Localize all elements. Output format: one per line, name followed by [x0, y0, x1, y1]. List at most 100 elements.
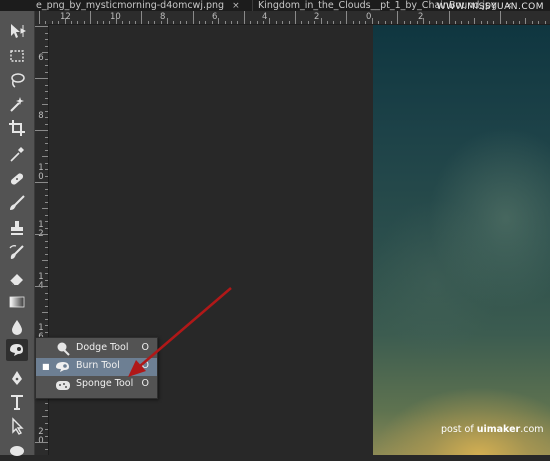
credit-prefix: post of	[441, 424, 477, 435]
flyout-item-shortcut: O	[141, 360, 149, 371]
document-image[interactable]	[373, 25, 550, 455]
ruler-label: 1 0	[38, 163, 44, 182]
magic-wand-tool[interactable]	[6, 93, 28, 115]
lasso-tool-icon	[11, 73, 25, 88]
ruler-tick	[42, 156, 48, 157]
ruler-tick	[45, 325, 48, 326]
burn-tool[interactable]	[6, 339, 28, 361]
ruler-tick	[352, 21, 354, 24]
ruler-tick	[115, 18, 117, 24]
ruler-tick	[45, 32, 48, 34]
ruler-tick	[384, 21, 386, 24]
sponge-icon	[56, 381, 70, 390]
ruler-tick	[301, 21, 303, 24]
ruler-tick	[45, 422, 48, 424]
eraser-tool[interactable]	[6, 267, 28, 289]
ruler-tick	[83, 21, 85, 24]
ruler-tick	[45, 175, 48, 177]
ruler-tick	[35, 78, 48, 79]
tab-divider	[252, 0, 253, 11]
ruler-tick	[71, 21, 72, 24]
ruler-tick	[45, 71, 48, 73]
gradient-tool[interactable]	[6, 291, 28, 313]
ruler-tick	[205, 21, 207, 24]
tab-label: e_png_by_mysticmorning-d4omcwj.png	[36, 0, 225, 11]
history-brush-tool[interactable]	[6, 242, 28, 264]
ruler-tick	[45, 45, 48, 47]
blur-tool[interactable]	[6, 316, 28, 338]
ruler-tick	[45, 143, 48, 144]
ruler-label: 6	[212, 12, 218, 22]
ruler-tick	[45, 136, 48, 138]
marquee-tool[interactable]	[6, 45, 28, 67]
tool-flyout-menu: Dodge Tool O ■ Burn Tool O Sponge Tool O	[35, 337, 158, 399]
ruler-tick	[416, 21, 418, 24]
ruler-tick	[45, 169, 48, 170]
ruler-tick	[45, 227, 48, 229]
ruler-tick	[525, 18, 527, 24]
ruler-tick	[103, 21, 104, 24]
ruler-tick	[544, 21, 546, 24]
crop-tool[interactable]	[6, 117, 28, 139]
document-tab-bar: e_png_by_mysticmorning-d4omcwj.png × King…	[0, 0, 550, 11]
ruler-label: 6	[38, 53, 44, 63]
clone-stamp-tool[interactable]	[6, 217, 28, 239]
ruler-tick	[45, 240, 48, 242]
ruler-tick	[45, 65, 48, 66]
ruler-tick	[218, 18, 220, 24]
ruler-tick	[35, 286, 48, 287]
ruler-tick	[45, 247, 48, 248]
path-selection-tool[interactable]	[6, 415, 28, 437]
ruler-tick	[45, 117, 48, 118]
ruler-tick	[288, 21, 290, 24]
eyedropper-tool[interactable]	[6, 143, 28, 165]
flyout-item-label: Dodge Tool	[76, 342, 129, 353]
type-tool-icon	[11, 395, 23, 410]
pen-tool[interactable]	[6, 367, 28, 389]
ruler-tick	[167, 18, 168, 24]
ruler-tick	[179, 21, 181, 24]
lasso-tool[interactable]	[6, 69, 28, 91]
ruler-tick	[45, 39, 48, 40]
ruler-tick	[45, 435, 48, 437]
ruler-tick	[51, 21, 53, 24]
ruler-tick	[45, 110, 48, 112]
ruler-tick	[45, 97, 48, 99]
ruler-tick	[231, 21, 232, 24]
ruler-tick	[42, 260, 48, 261]
ruler-label: 1 4	[38, 272, 44, 291]
ruler-tick	[499, 11, 501, 24]
ruler-tick	[45, 253, 48, 255]
ruler-tick	[135, 21, 136, 24]
ellipse-tool[interactable]	[6, 439, 28, 461]
ruler-tick	[295, 11, 296, 24]
move-tool[interactable]	[6, 20, 28, 42]
credit-suffix: .com	[520, 424, 544, 435]
ellipse-tool-icon	[10, 446, 24, 456]
flyout-item-dodge-tool[interactable]: Dodge Tool O	[36, 340, 157, 358]
type-tool[interactable]	[6, 391, 28, 413]
flyout-item-sponge-tool[interactable]: Sponge Tool O	[36, 376, 157, 394]
ruler-tick	[224, 21, 226, 24]
clone-stamp-tool-icon	[11, 221, 23, 235]
ruler-tick	[147, 21, 149, 24]
move-tool-icon	[11, 24, 26, 38]
close-tab-icon[interactable]: ×	[232, 1, 240, 11]
healing-brush-tool[interactable]	[6, 168, 28, 190]
ruler-tick	[45, 409, 48, 411]
ruler-tick	[35, 182, 48, 183]
credit-brand: uimaker	[476, 424, 521, 435]
document-tab[interactable]: e_png_by_mysticmorning-d4omcwj.png ×	[36, 0, 240, 11]
healing-brush-tool-icon	[10, 173, 24, 185]
ruler-tick	[455, 21, 456, 24]
ruler-tick	[45, 58, 48, 60]
ruler-tick	[42, 52, 48, 53]
brush-tool[interactable]	[6, 192, 28, 214]
ruler-tick	[506, 21, 508, 24]
ruler-tick	[448, 11, 450, 24]
ruler-label: 1 2	[38, 220, 44, 239]
flyout-item-burn-tool[interactable]: ■ Burn Tool O	[36, 358, 157, 376]
ruler-tick	[42, 208, 48, 209]
ruler-tick	[96, 21, 98, 24]
ruler-tick	[275, 21, 277, 24]
